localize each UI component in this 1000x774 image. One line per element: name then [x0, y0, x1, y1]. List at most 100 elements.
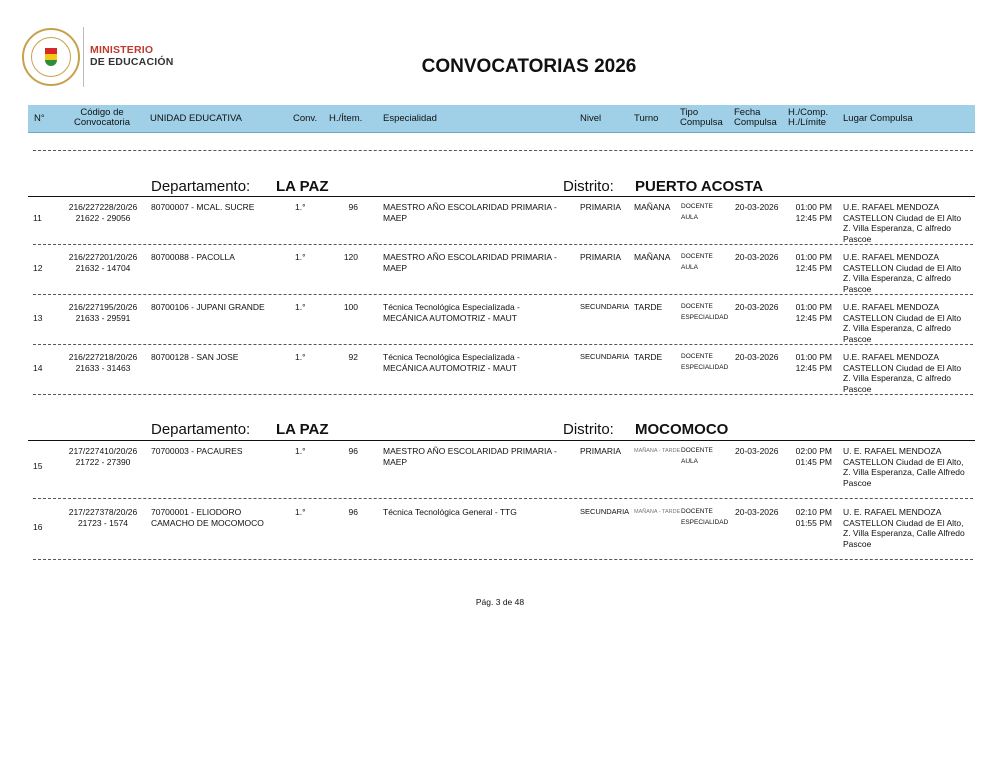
- section-dist-label: Distrito:: [563, 178, 614, 195]
- row-tipo: DOCENTE ESPECIALIDAD: [681, 353, 729, 371]
- col-especialidad: Especialidad: [383, 113, 437, 124]
- row-lugar: U.E. RAFAEL MENDOZA CASTELLON Ciudad de E…: [843, 302, 962, 344]
- row-especialidad: MAESTRO AÑO ESCOLARIDAD PRIMARIA - MAEP: [383, 446, 557, 467]
- row-fecha: 20-03-2026: [735, 352, 779, 362]
- row-hcomp: 01:00 PM 12:45 PM: [795, 302, 832, 323]
- logo-text-line1: MINISTERIO: [90, 44, 154, 56]
- row-conv: 1.°: [295, 507, 306, 517]
- col-conv: Conv.: [293, 113, 318, 124]
- row-turno: MAÑANA: [634, 202, 671, 212]
- row-fecha: 20-03-2026: [735, 202, 779, 212]
- separator: [33, 498, 973, 499]
- row-turno: TARDE: [634, 302, 663, 312]
- row-fecha: 20-03-2026: [735, 446, 779, 456]
- row-lugar: U. E. RAFAEL MENDOZA CASTELLON Ciudad de …: [843, 446, 965, 488]
- table-row: 16 217/227378/20/26 21723 - 1574 70700001…: [0, 507, 1000, 555]
- separator: [33, 294, 973, 295]
- row-num: 15: [33, 461, 43, 471]
- row-unidad: 80700007 - MCAL. SUCRE: [151, 202, 255, 212]
- row-hitem: 96: [348, 507, 358, 517]
- row-lugar: U.E. RAFAEL MENDOZA CASTELLON Ciudad de E…: [843, 202, 962, 244]
- section-dist-value: MOCOMOCO: [635, 421, 729, 438]
- row-unidad: 80700106 - JUPANI GRANDE: [151, 302, 265, 312]
- row-especialidad: MAESTRO AÑO ESCOLARIDAD PRIMARIA - MAEP: [383, 252, 557, 273]
- row-nivel: PRIMARIA: [580, 252, 622, 262]
- row-conv: 1.°: [295, 252, 306, 262]
- table-row: 14 216/227218/20/26 21633 - 31463 8070012…: [0, 352, 1000, 396]
- row-num: 16: [33, 522, 43, 532]
- row-codigo: 216/227195/20/26 21633 - 29591: [68, 302, 138, 323]
- table-row: 11 216/227228/20/26 21622 - 29056 8070000…: [0, 202, 1000, 246]
- section-dep-label: Departamento:: [151, 421, 251, 438]
- row-unidad: 70700003 - PACAURES: [151, 446, 243, 456]
- separator: [33, 244, 973, 245]
- row-unidad: 70700001 - ELIODORO CAMACHO DE MOCOMOCO: [151, 507, 264, 528]
- row-turno: MAÑANA - TARDE: [634, 448, 681, 454]
- row-hitem: 96: [348, 202, 358, 212]
- row-conv: 1.°: [295, 352, 306, 362]
- row-hitem: 120: [343, 252, 358, 262]
- row-hcomp: 01:00 PM 12:45 PM: [795, 202, 832, 223]
- row-turno: MAÑANA - TARDE: [634, 509, 681, 515]
- row-tipo: DOCENTE AULA: [681, 203, 713, 221]
- row-fecha: 20-03-2026: [735, 252, 779, 262]
- row-num: 11: [33, 213, 42, 223]
- col-codigo: Código de Convocatoria: [74, 107, 130, 128]
- section-dist-value: PUERTO ACOSTA: [635, 178, 764, 195]
- row-fecha: 20-03-2026: [735, 507, 779, 517]
- page-number: Pág. 3 de 48: [475, 597, 525, 607]
- col-num: N°: [34, 113, 45, 124]
- row-unidad: 80700088 - PACOLLA: [151, 252, 235, 262]
- row-unidad: 80700128 - SAN JOSE: [151, 352, 239, 362]
- table-row: 12 216/227201/20/26 21632 - 14704 8070008…: [0, 252, 1000, 296]
- col-nivel: Nivel: [580, 113, 602, 124]
- row-codigo: 216/227218/20/26 21633 - 31463: [68, 352, 138, 373]
- row-nivel: SECUNDARIA: [580, 507, 630, 516]
- row-lugar: U. E. RAFAEL MENDOZA CASTELLON Ciudad de …: [843, 507, 965, 549]
- row-nivel: SECUNDARIA: [580, 302, 630, 311]
- row-hcomp: 01:00 PM 12:45 PM: [795, 252, 832, 273]
- row-num: 13: [33, 313, 43, 323]
- col-turno: Turno: [634, 113, 659, 124]
- row-turno: MAÑANA: [634, 252, 671, 262]
- row-hcomp: 02:10 PM 01:55 PM: [795, 507, 832, 528]
- row-lugar: U.E. RAFAEL MENDOZA CASTELLON Ciudad de E…: [843, 352, 962, 394]
- section-rule: [28, 440, 975, 441]
- row-num: 12: [33, 263, 43, 273]
- section-dep-label: Departamento:: [151, 178, 251, 195]
- col-hcomp: H./Comp. H./Límite: [788, 107, 829, 128]
- row-especialidad: Técnica Tecnológica Especializada - MECÁN…: [383, 302, 520, 323]
- row-lugar: U.E. RAFAEL MENDOZA CASTELLON Ciudad de E…: [843, 252, 962, 294]
- table-row: 13 216/227195/20/26 21633 - 29591 8070010…: [0, 302, 1000, 346]
- section-dep-value: LA PAZ: [276, 178, 329, 195]
- row-hitem: 100: [343, 302, 358, 312]
- row-codigo: 217/227410/20/26 21722 - 27390: [68, 446, 138, 467]
- row-nivel: SECUNDARIA: [580, 352, 630, 361]
- col-hitem: H./Ítem.: [329, 113, 363, 124]
- row-hcomp: 02:00 PM 01:45 PM: [795, 446, 832, 467]
- row-fecha: 20-03-2026: [735, 302, 779, 312]
- row-nivel: PRIMARIA: [580, 202, 622, 212]
- col-lugar: Lugar Compulsa: [843, 113, 913, 124]
- row-tipo: DOCENTE AULA: [681, 447, 713, 465]
- row-especialidad: Técnica Tecnológica Especializada - MECÁN…: [383, 352, 520, 373]
- row-tipo: DOCENTE ESPECIALIDAD: [681, 303, 729, 321]
- row-tipo: DOCENTE ESPECIALIDAD: [681, 508, 729, 526]
- row-hitem: 96: [348, 446, 358, 456]
- section-dep-value: LA PAZ: [276, 421, 329, 438]
- col-unidad: UNIDAD EDUCATIVA: [150, 113, 243, 124]
- row-tipo: DOCENTE AULA: [681, 253, 713, 271]
- col-tipo: Tipo Compulsa: [680, 107, 723, 128]
- section-dist-label: Distrito:: [563, 421, 614, 438]
- separator: [33, 150, 973, 151]
- row-turno: TARDE: [634, 352, 663, 362]
- row-hcomp: 01:00 PM 12:45 PM: [795, 352, 832, 373]
- row-nivel: PRIMARIA: [580, 446, 622, 456]
- row-conv: 1.°: [295, 446, 306, 456]
- section-rule: [28, 196, 975, 197]
- separator: [33, 344, 973, 345]
- page-title: CONVOCATORIAS 2026: [421, 56, 637, 77]
- row-num: 14: [33, 363, 43, 373]
- table-row: 15 217/227410/20/26 21722 - 27390 7070000…: [0, 446, 1000, 494]
- row-conv: 1.°: [295, 302, 306, 312]
